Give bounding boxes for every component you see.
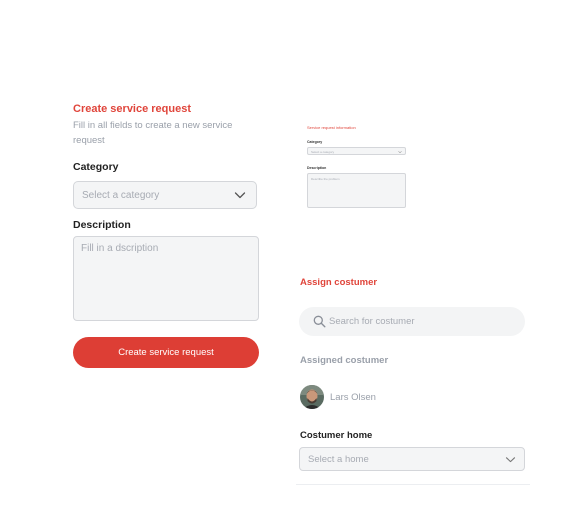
form-title: Create service request xyxy=(73,103,192,115)
preview-category-select[interactable]: Select a category xyxy=(307,147,406,155)
assigned-costumer-name: Lars Olsen xyxy=(330,392,376,403)
divider xyxy=(296,484,530,485)
description-label: Description xyxy=(73,219,131,231)
assigned-costumer-label: Assigned costumer xyxy=(300,355,389,366)
preview-description-placeholder: Describe the problem xyxy=(311,177,340,181)
preview-category-label: Category xyxy=(307,140,323,144)
costumer-search-input[interactable]: Search for costumer xyxy=(299,307,525,336)
category-label: Category xyxy=(73,161,119,173)
costumer-home-select[interactable]: Select a home xyxy=(299,447,525,471)
home-select-placeholder: Select a home xyxy=(308,454,369,465)
assign-costumer-title: Assign costumer xyxy=(300,277,378,288)
preview-title: Service request information xyxy=(307,125,356,130)
service-request-preview: Service request information Category Sel… xyxy=(306,124,407,210)
chevron-down-icon xyxy=(505,457,516,463)
create-service-request-button[interactable]: Create service request xyxy=(73,337,259,368)
category-select-placeholder: Select a category xyxy=(82,190,160,201)
costumer-home-label: Costumer home xyxy=(300,430,373,441)
preview-category-placeholder: Select a category xyxy=(311,150,335,154)
preview-description-label: Description xyxy=(307,166,327,170)
description-textarea[interactable]: Fill in a dscription xyxy=(73,236,259,321)
search-placeholder: Search for costumer xyxy=(329,316,415,327)
chevron-down-icon xyxy=(398,151,402,154)
description-placeholder: Fill in a dscription xyxy=(81,243,159,254)
avatar xyxy=(300,385,324,409)
chevron-down-icon xyxy=(234,192,246,199)
search-icon xyxy=(313,315,326,328)
category-select[interactable]: Select a category xyxy=(73,181,257,209)
form-subtitle: Fill in all fields to create a new servi… xyxy=(73,120,233,146)
create-service-request-form: Create service request Fill in all field… xyxy=(73,103,259,368)
preview-description-textarea[interactable]: Describe the problem xyxy=(307,173,406,208)
